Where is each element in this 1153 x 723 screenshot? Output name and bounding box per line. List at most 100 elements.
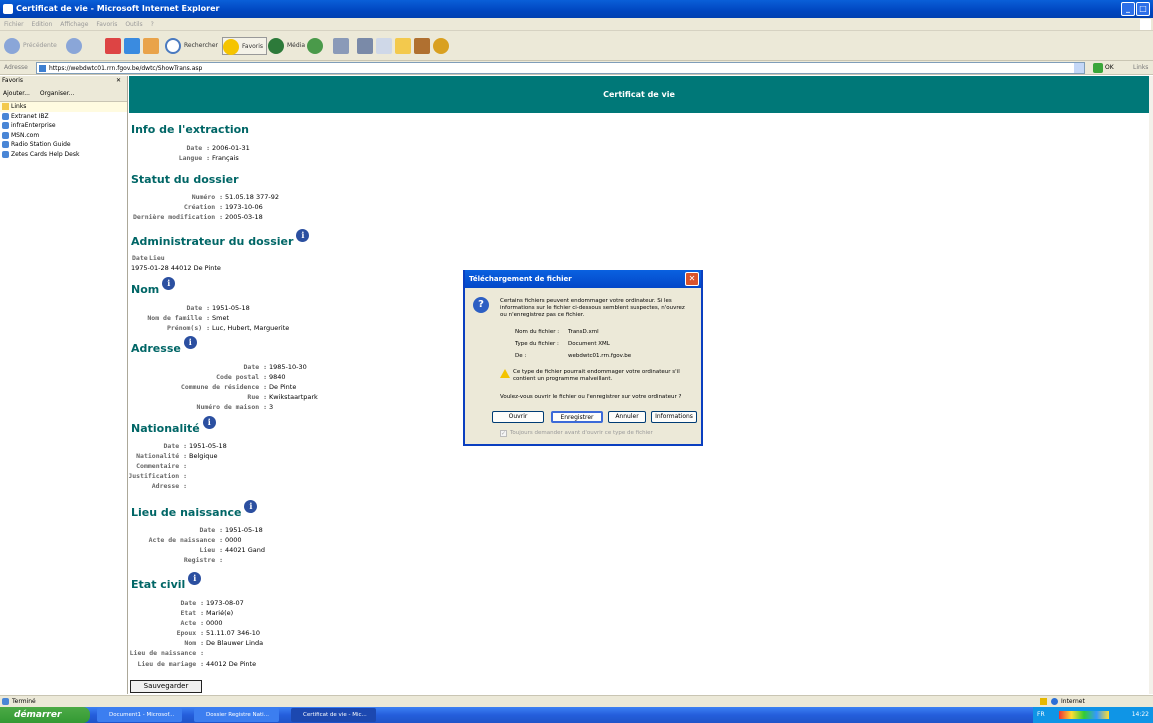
taskbar-item-active[interactable]: Certificat de vie - Mic... xyxy=(291,708,376,722)
menu-help[interactable]: ? xyxy=(151,21,154,28)
info-icon[interactable]: i xyxy=(202,416,216,429)
stop-icon xyxy=(105,37,121,54)
menu-outils[interactable]: Outils xyxy=(125,21,142,28)
cancel-button[interactable]: Annuler xyxy=(608,411,646,423)
page-icon xyxy=(39,65,46,72)
info-icon[interactable]: i xyxy=(296,229,310,242)
close-icon[interactable]: ✕ xyxy=(685,272,699,286)
file-name-label: Nom du fichier : xyxy=(515,329,560,335)
start-button[interactable]: démarrer xyxy=(0,707,90,723)
clock: 14:22 xyxy=(1131,711,1149,718)
dialog-title: Téléchargement de fichier xyxy=(469,275,572,283)
field-label: Nationalité : xyxy=(136,452,187,460)
address-url: https://webdwtc01.rrn.fgov.be/dwtc/ShowT… xyxy=(49,65,203,72)
field-label: Date : xyxy=(199,526,223,534)
add-favorite-button[interactable]: Ajouter... xyxy=(3,90,30,97)
print-button[interactable] xyxy=(357,37,376,55)
minimize-button[interactable]: _ xyxy=(1121,2,1135,16)
open-button[interactable]: Ouvrir xyxy=(492,411,544,423)
ie-app-icon xyxy=(3,4,13,14)
research-button[interactable] xyxy=(414,37,433,55)
status-text: Terminé xyxy=(12,698,36,705)
taskbar: démarrer Document1 - Microsof... Dossier… xyxy=(0,707,1153,723)
field-value: 1973-10-06 xyxy=(225,203,263,211)
favorite-item[interactable]: Radio Station Guide xyxy=(0,140,127,150)
field-label: Epoux : xyxy=(176,629,204,637)
forward-arrow-icon xyxy=(66,37,82,54)
stop-button[interactable] xyxy=(105,37,124,55)
field-label: Acte : xyxy=(180,619,204,627)
address-dropdown-icon[interactable] xyxy=(1074,63,1084,73)
field-label: Nom : xyxy=(184,639,204,647)
field-label: Etat : xyxy=(180,609,204,617)
favorite-folder-links[interactable]: Links xyxy=(0,102,127,112)
refresh-button[interactable] xyxy=(124,37,143,55)
go-button[interactable]: OK xyxy=(1093,62,1114,74)
save-button[interactable]: Sauvegarder xyxy=(130,680,202,693)
info-icon[interactable]: i xyxy=(188,572,202,585)
folder-button[interactable] xyxy=(395,37,414,55)
favorites-tools: Ajouter... Organiser... xyxy=(0,86,127,102)
menu-edition[interactable]: Edition xyxy=(32,21,53,28)
menu-fichier[interactable]: Fichier xyxy=(4,21,24,28)
search-button[interactable]: Rechercher xyxy=(165,37,218,55)
menu-affichage[interactable]: Affichage xyxy=(60,21,88,28)
favorite-item[interactable]: Extranet IBZ xyxy=(0,112,127,122)
vertical-scrollbar[interactable] xyxy=(1149,76,1153,694)
field-value: 0000 xyxy=(206,619,223,627)
history-icon xyxy=(307,37,323,54)
field-value: Smet xyxy=(212,314,230,322)
back-button[interactable]: Précédente xyxy=(4,37,57,55)
field-value: Français xyxy=(212,154,239,162)
globe-icon xyxy=(1051,698,1058,705)
taskbar-item[interactable]: Dossier Registre Nati... xyxy=(194,708,279,722)
close-favorites-icon[interactable]: ✕ xyxy=(116,76,121,86)
maximize-button[interactable]: □ xyxy=(1136,2,1150,16)
messenger-button[interactable] xyxy=(433,37,452,55)
history-button[interactable] xyxy=(307,37,326,55)
print-icon xyxy=(357,37,373,54)
favorites-title: Favoris xyxy=(2,77,24,84)
section-nationalite-title: Nationalité i xyxy=(131,416,216,435)
info-icon[interactable]: i xyxy=(183,336,197,349)
favorite-item[interactable]: Zetes Cards Help Desk xyxy=(0,150,127,160)
section-statut-title: Statut du dossier xyxy=(131,173,239,186)
section-extraction-title: Info de l'extraction xyxy=(131,123,249,136)
edit-button[interactable] xyxy=(376,37,395,55)
links-toolbar[interactable]: Links xyxy=(1133,64,1148,71)
field-value: 44021 Gand xyxy=(225,546,266,554)
download-dialog: Téléchargement de fichier ✕ ? Certains f… xyxy=(463,270,703,446)
favorite-item[interactable]: infraEnterprise xyxy=(0,121,127,131)
research-icon xyxy=(414,37,430,54)
edit-icon xyxy=(376,37,392,54)
info-icon[interactable]: i xyxy=(162,277,176,290)
search-icon xyxy=(165,37,181,54)
home-button[interactable] xyxy=(143,37,162,55)
info-icon[interactable]: i xyxy=(244,500,258,513)
mail-button[interactable] xyxy=(333,37,352,55)
always-ask-checkbox[interactable]: ✓ xyxy=(500,430,507,437)
section-etatcivil-title: Etat civil i xyxy=(131,572,202,591)
favorite-item[interactable]: MSN.com xyxy=(0,131,127,141)
field-label: Adresse : xyxy=(151,482,187,490)
taskbar-item[interactable]: Document1 - Microsof... xyxy=(97,708,182,722)
menu-favoris[interactable]: Favoris xyxy=(96,21,117,28)
file-type-label: Type du fichier : xyxy=(515,341,559,347)
information-button[interactable]: Informations xyxy=(651,411,697,423)
save-file-button[interactable]: Enregistrer xyxy=(551,411,603,423)
window-title: Certificat de vie - Microsoft Internet E… xyxy=(16,4,220,13)
field-value: 1951-05-18 xyxy=(212,304,250,312)
field-label: Langue : xyxy=(178,154,210,162)
forward-button[interactable] xyxy=(66,37,85,55)
organize-favorites-button[interactable]: Organiser... xyxy=(40,90,75,97)
address-input[interactable]: https://webdwtc01.rrn.fgov.be/dwtc/ShowT… xyxy=(36,62,1085,74)
media-button[interactable]: Média xyxy=(268,37,305,55)
field-label: Commentaire : xyxy=(136,462,187,470)
language-indicator[interactable]: FR xyxy=(1037,707,1045,723)
field-label: Registre : xyxy=(183,556,223,564)
tray-icons[interactable] xyxy=(1059,711,1109,719)
favorites-button[interactable]: Favoris xyxy=(222,37,268,55)
field-label: Date : xyxy=(243,363,267,371)
back-arrow-icon xyxy=(4,37,20,54)
toolbar: Précédente Rechercher Favoris Média xyxy=(0,31,1153,61)
